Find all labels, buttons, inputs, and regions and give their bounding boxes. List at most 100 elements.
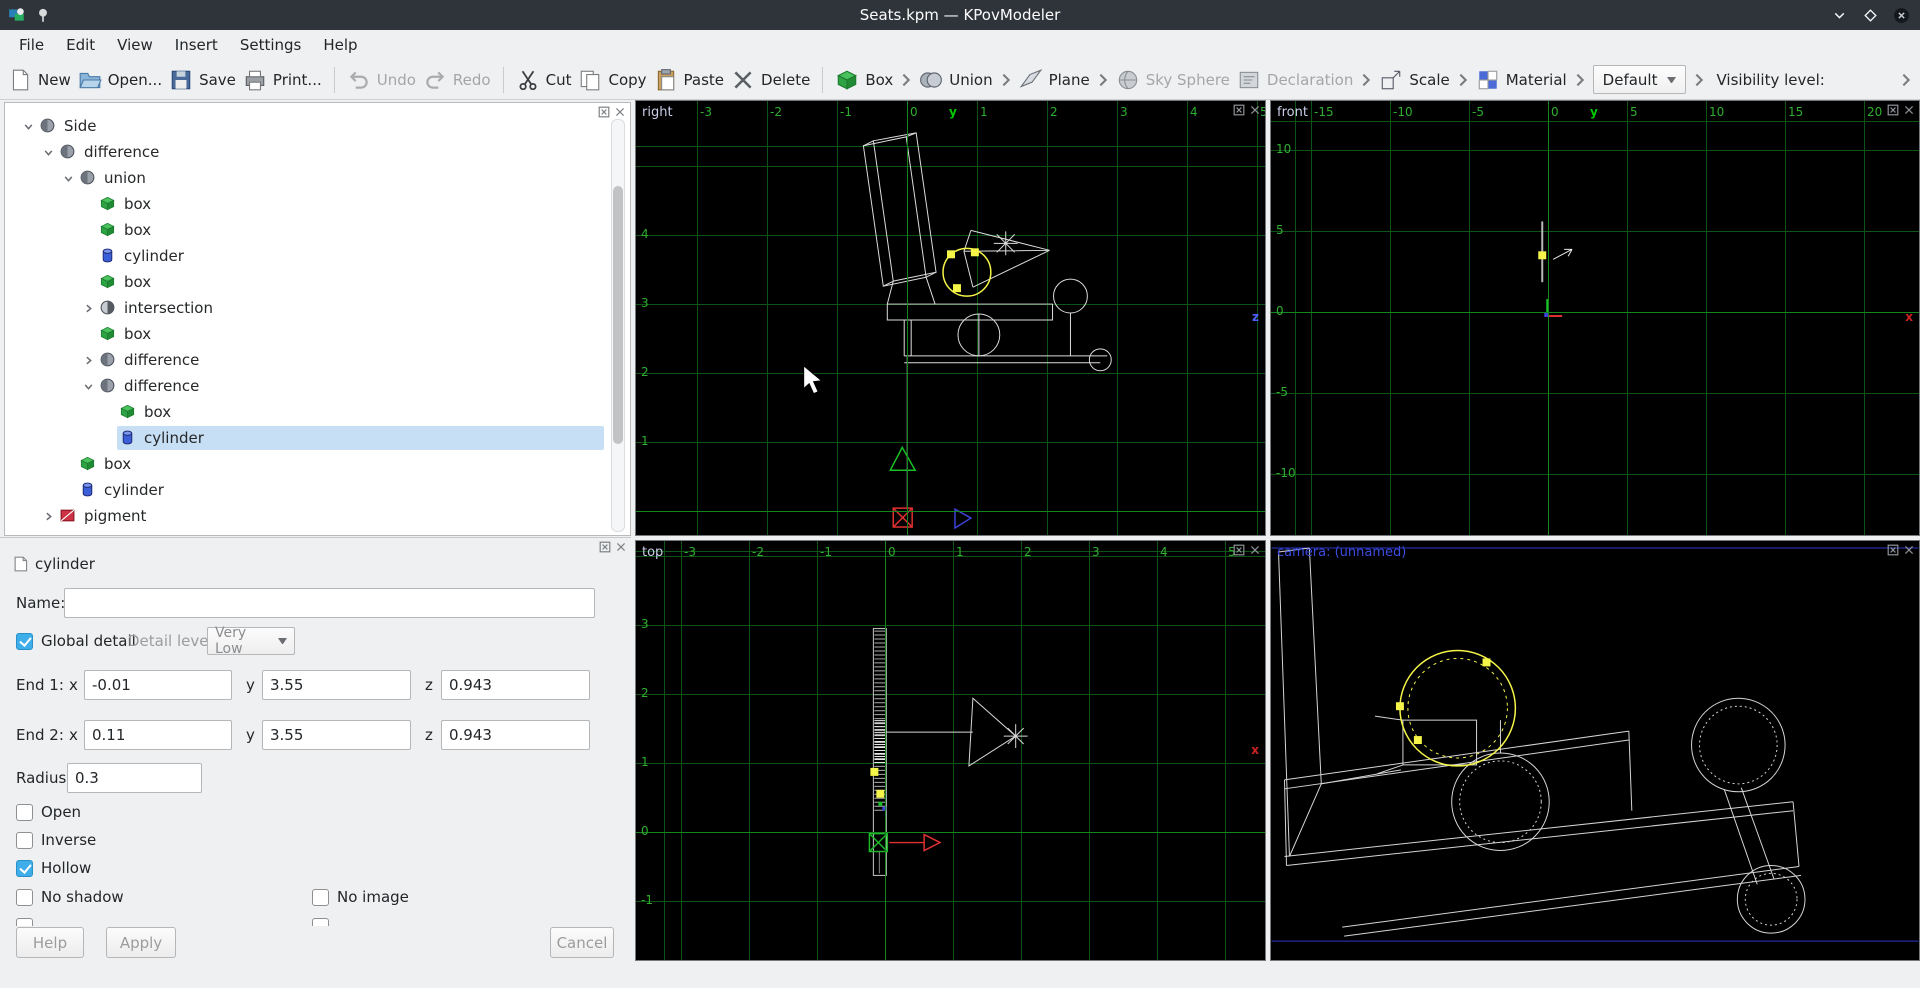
selection-handle[interactable] [1538,251,1546,259]
clipped-checkbox[interactable] [16,918,33,926]
selection-handle[interactable] [870,768,878,776]
undock-panel-icon[interactable] [1233,104,1245,116]
expander-closed-icon[interactable] [39,507,57,525]
minimize-button[interactable] [1831,7,1848,24]
undock-panel-icon[interactable] [599,541,611,553]
tree-item-box[interactable]: box [5,321,630,347]
tree-item-difference[interactable]: difference [5,373,630,399]
tree-item-union[interactable]: union [5,165,630,191]
close-button[interactable] [1893,7,1910,24]
tree-item-cylinder[interactable]: cylinder [5,243,630,269]
undock-panel-icon[interactable] [1887,544,1899,556]
hollow-checkbox[interactable] [16,860,33,877]
end1-z-input[interactable] [441,670,590,700]
expander-open-icon[interactable] [39,143,57,161]
end2-z-input[interactable] [441,720,590,750]
toolbar-cut-button[interactable]: Cut [516,68,572,92]
tree-item-box[interactable]: box [5,269,630,295]
undock-panel-icon[interactable] [598,106,610,118]
selection-handles[interactable] [947,248,979,292]
expander-closed-icon[interactable] [79,351,97,369]
undock-panel-icon[interactable] [1887,104,1899,116]
tree-item-body[interactable]: cylinder [77,478,604,502]
help-button[interactable]: Help [16,927,84,958]
toolbar-material-button[interactable]: Material [1476,68,1567,92]
close-panel-icon[interactable] [1903,104,1915,116]
selected-cylinder-outline[interactable] [1400,650,1515,765]
toolbar-overflow-arrow[interactable] [1457,72,1469,88]
tree-item-body[interactable]: box [97,270,604,294]
toolbar-overflow-arrow[interactable] [1574,72,1586,88]
toolbar-overflow-arrow[interactable] [900,72,912,88]
red-arrow-handle[interactable] [889,835,940,851]
tree-item-body[interactable]: box [97,192,604,216]
toolbar-copy-button[interactable]: Copy [578,68,646,92]
tree-item-box[interactable]: box [5,399,630,425]
toolbar-union-button[interactable]: Union [919,68,992,92]
close-panel-icon[interactable] [614,106,626,118]
toolbar-redo-button[interactable]: Redo [423,68,491,92]
apply-button[interactable]: Apply [106,927,176,958]
tree-item-body[interactable]: box [77,452,604,476]
toolbar-delete-button[interactable]: Delete [731,68,810,92]
toolbar-new-button[interactable]: New [8,68,71,92]
detail-level-select[interactable]: Very Low [207,627,295,655]
expander-open-icon[interactable] [19,117,37,135]
toolbar-paste-button[interactable]: Paste [654,68,725,92]
toolbar-save-button[interactable]: Save [169,68,236,92]
toolbar-plane-button[interactable]: Plane [1019,68,1090,92]
viewport-front[interactable]: front -15-10-5051015201050-5-10yx [1270,100,1920,536]
green-triangle-handle[interactable] [890,447,915,470]
maximize-button[interactable] [1862,7,1879,24]
default-visibility-select[interactable]: Default [1593,65,1687,94]
tree-item-body[interactable]: difference [97,374,604,398]
close-panel-icon[interactable] [1903,544,1915,556]
menu-settings[interactable]: Settings [229,30,313,60]
tree-item-body[interactable]: box [97,322,604,346]
global-detail-checkbox[interactable] [16,633,33,650]
selection-handle[interactable] [876,790,884,798]
clipped-checkbox[interactable] [312,918,329,926]
menu-file[interactable]: File [8,30,55,60]
toolbar-overflow-arrow[interactable] [1097,72,1109,88]
tree-item-body[interactable]: cylinder [97,244,604,268]
end2-x-input[interactable] [84,720,232,750]
toolbar-declaration-button[interactable]: Declaration [1237,68,1353,92]
tree-scrollbar[interactable] [611,119,625,532]
toolbar-print-button[interactable]: Print... [243,68,322,92]
tree-item-box[interactable]: box [5,451,630,477]
close-panel-icon[interactable] [1249,544,1261,556]
expander-closed-icon[interactable] [79,299,97,317]
tree-item-intersection[interactable]: intersection [5,295,630,321]
no-shadow-checkbox[interactable] [16,889,33,906]
viewport-top[interactable]: top -3-2-10123453210-1x [635,540,1266,961]
tree-item-box[interactable]: box [5,191,630,217]
menu-edit[interactable]: Edit [55,30,106,60]
toolbar-scale-button[interactable]: Scale [1379,68,1449,92]
close-panel-icon[interactable] [1249,104,1261,116]
toolbar-undo-button[interactable]: Undo [347,68,416,92]
toolbar-overflow-arrow[interactable] [1900,72,1912,88]
toolbar-overflow-arrow[interactable] [1360,72,1372,88]
menu-view[interactable]: View [106,30,164,60]
toolbar-box-button[interactable]: Box [835,68,893,92]
tree-item-side[interactable]: Side [5,113,630,139]
close-panel-icon[interactable] [615,541,627,553]
end1-x-input[interactable] [84,670,232,700]
tree-item-body[interactable]: difference [57,140,604,164]
toolbar-overflow-arrow[interactable] [1000,72,1012,88]
tree-item-body[interactable]: difference [97,348,604,372]
end2-y-input[interactable] [262,720,411,750]
toolbar-open-button[interactable]: Open... [78,68,162,92]
tree-item-body[interactable]: cylinder [117,426,604,450]
toolbar-sky-sphere-button[interactable]: Sky Sphere [1116,68,1230,92]
tree-item-box[interactable]: box [5,217,630,243]
undock-panel-icon[interactable] [1233,544,1245,556]
menu-insert[interactable]: Insert [164,30,229,60]
end1-y-input[interactable] [262,670,411,700]
tree-item-body[interactable]: box [97,218,604,242]
expander-open-icon[interactable] [59,169,77,187]
tree-item-body[interactable]: box [117,400,604,424]
cancel-button[interactable]: Cancel [550,927,614,958]
tree-item-cylinder[interactable]: cylinder [5,425,630,451]
